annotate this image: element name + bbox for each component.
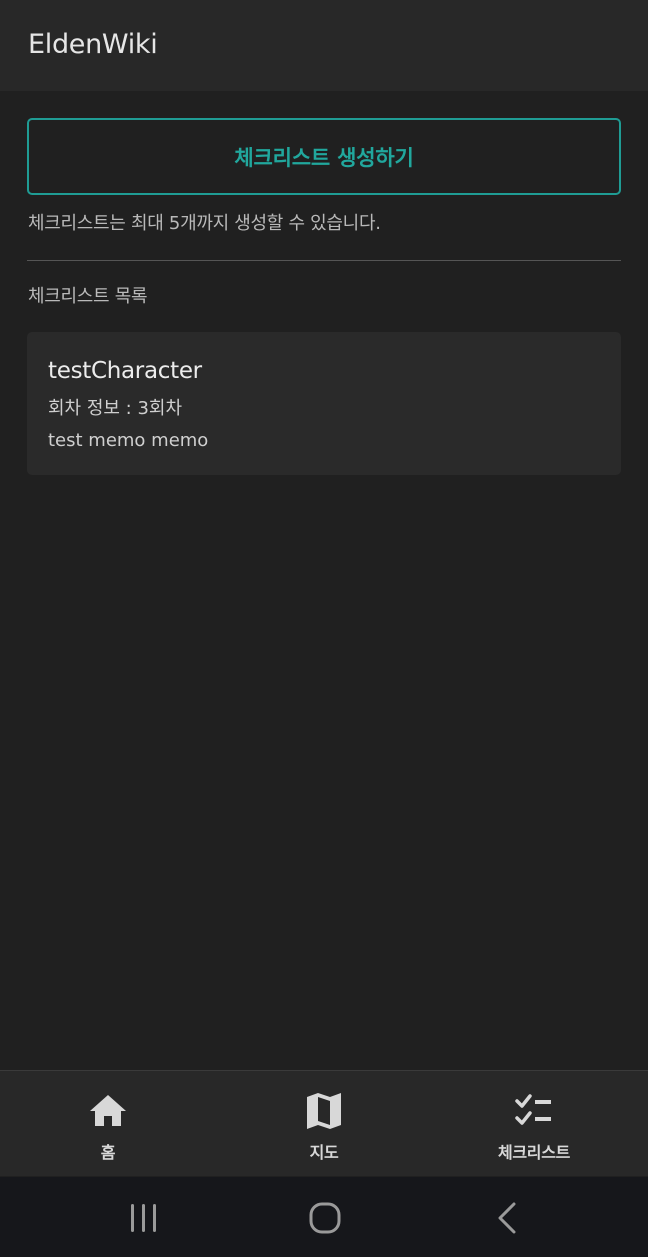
bottom-navigation: 홈 지도 체크리스트	[0, 1070, 648, 1176]
home-icon	[90, 1095, 126, 1126]
checklist-card-memo: test memo memo	[48, 430, 209, 451]
divider	[27, 260, 621, 261]
app-bar: EldenWiki	[0, 0, 648, 91]
app-title: EldenWiki	[28, 29, 158, 60]
create-checklist-button-label: 체크리스트 생성하기	[234, 145, 414, 170]
checklist-icon	[515, 1094, 551, 1125]
nav-item-checklist[interactable]: 체크리스트	[432, 1071, 648, 1177]
nav-item-map-label: 지도	[309, 1143, 339, 1162]
checklist-card[interactable]: testCharacter 회차 정보 : 3회차 test memo memo	[27, 332, 621, 475]
nav-item-home-label: 홈	[100, 1143, 116, 1162]
nav-item-map[interactable]: 지도	[216, 1071, 432, 1177]
checklist-list-title: 체크리스트 목록	[28, 286, 148, 307]
nav-item-checklist-label: 체크리스트	[497, 1143, 571, 1162]
home-circle-icon[interactable]	[305, 1201, 345, 1235]
screen: EldenWiki 체크리스트 생성하기 체크리스트는 최대 5개까지 생성할 …	[0, 0, 648, 1257]
create-checklist-button[interactable]: 체크리스트 생성하기	[27, 118, 621, 195]
back-icon[interactable]	[488, 1201, 528, 1235]
recent-apps-icon[interactable]	[124, 1201, 164, 1235]
checklist-card-name: testCharacter	[48, 358, 202, 384]
map-icon	[307, 1093, 341, 1129]
system-navigation-bar	[0, 1177, 648, 1257]
nav-item-home[interactable]: 홈	[0, 1071, 216, 1177]
checklist-limit-note: 체크리스트는 최대 5개까지 생성할 수 있습니다.	[28, 213, 381, 234]
checklist-card-round-info: 회차 정보 : 3회차	[48, 398, 183, 419]
